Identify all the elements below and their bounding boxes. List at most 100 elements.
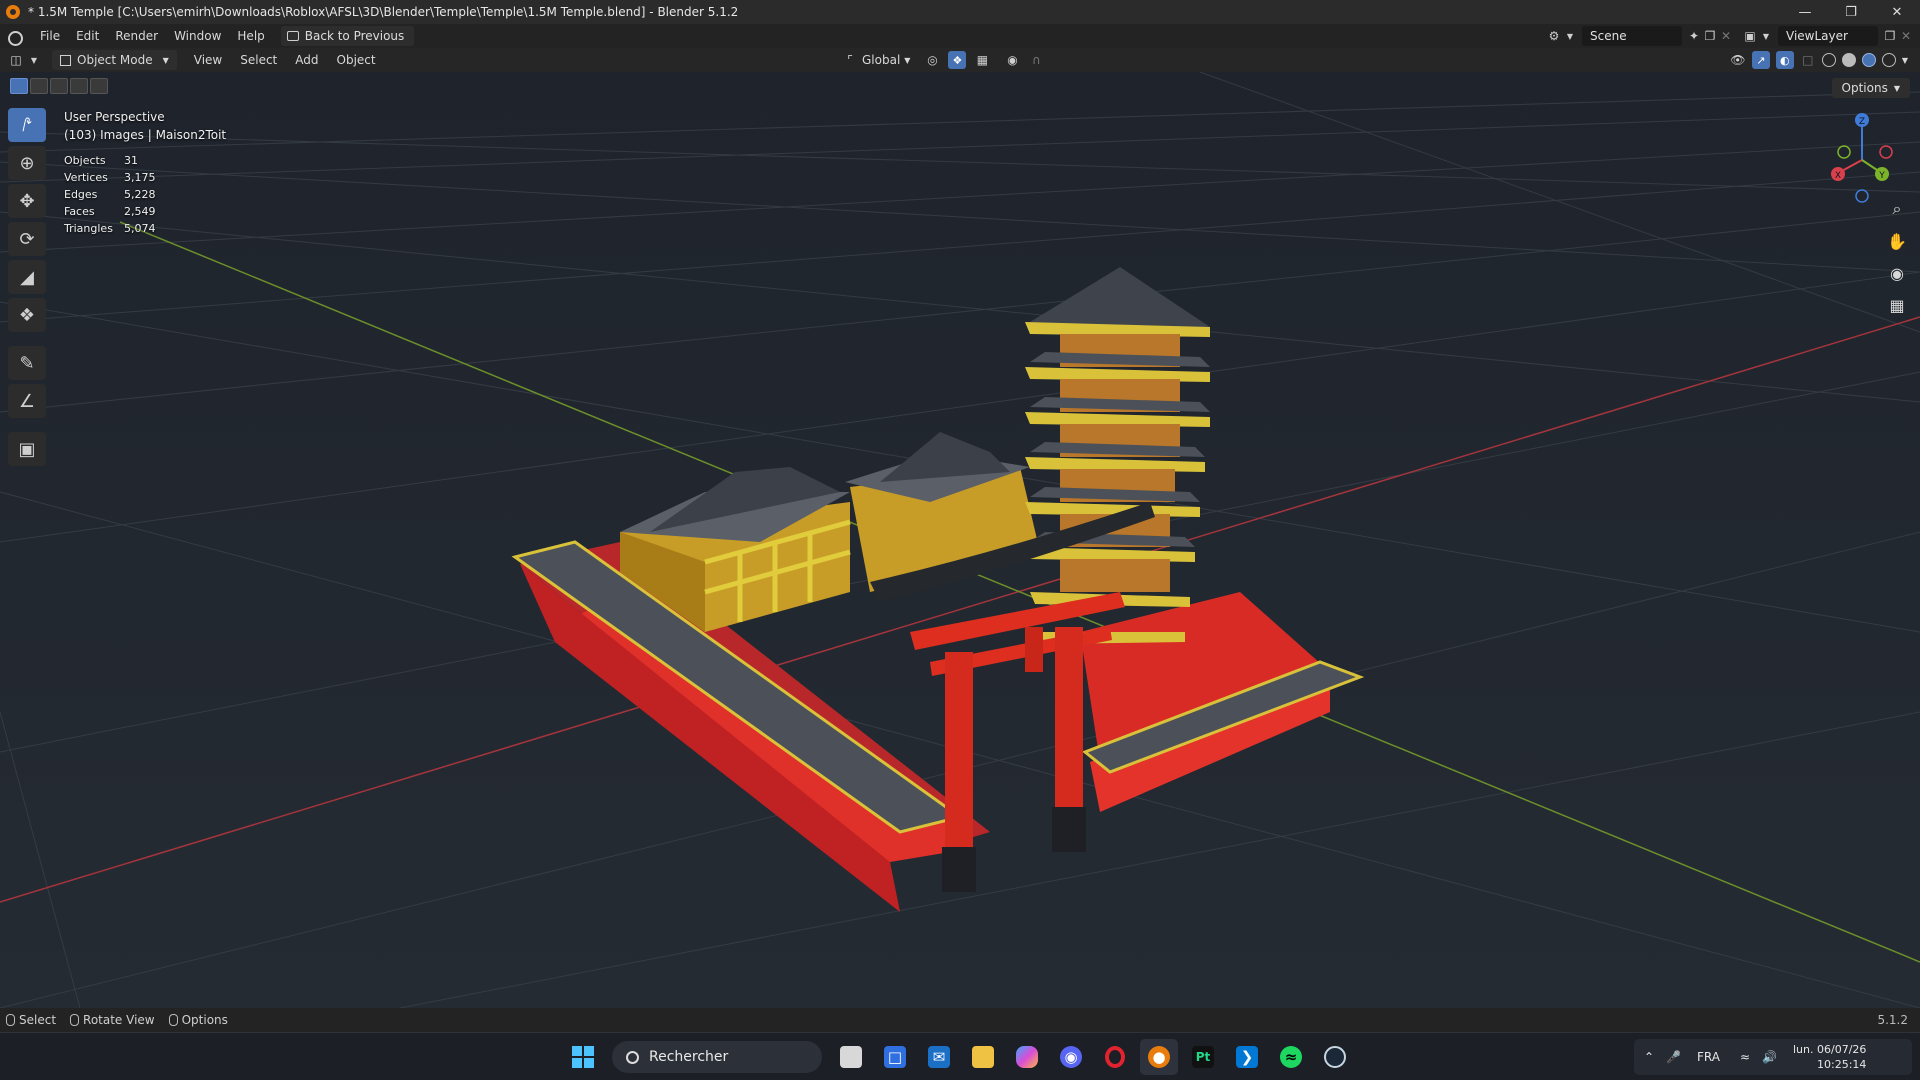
falloff-curve-icon[interactable]: ∩ <box>1028 52 1044 68</box>
blender-taskbar-icon[interactable]: ● <box>1140 1039 1178 1075</box>
options-button[interactable]: Options ▼ <box>1831 78 1910 98</box>
clock[interactable]: lun. 06/07/26 10:25:14 <box>1793 1042 1866 1072</box>
copilot-icon[interactable] <box>1008 1039 1046 1075</box>
zoom-icon[interactable]: ⌕ <box>1886 198 1908 220</box>
discord-icon[interactable]: ◉ <box>1052 1039 1090 1075</box>
menu-select[interactable]: Select <box>231 48 286 72</box>
back-to-previous-button[interactable]: Back to Previous <box>280 26 415 46</box>
select-subtract-icon[interactable] <box>50 78 68 94</box>
steam-icon[interactable] <box>1316 1039 1354 1075</box>
volume-icon[interactable]: 🔊 <box>1762 1050 1777 1064</box>
selection-mode-buttons <box>10 78 108 94</box>
svg-text:Z: Z <box>1859 117 1865 127</box>
view-layer-icon[interactable]: ▣ <box>1742 28 1758 44</box>
select-box-tool-icon[interactable]: ⭚ <box>8 108 46 142</box>
snap-target-icon[interactable]: ▦ <box>974 52 990 68</box>
new-scene-icon[interactable]: ❐ <box>1702 28 1718 44</box>
perspective-label: User Perspective <box>64 110 165 124</box>
select-extend-icon[interactable] <box>30 78 48 94</box>
stat-row: Triangles 5,074 <box>64 222 156 235</box>
material-shading-icon[interactable] <box>1861 53 1876 67</box>
measure-tool-icon[interactable]: ∠ <box>8 384 46 418</box>
search-placeholder: Rechercher <box>649 1049 729 1065</box>
close-icon[interactable]: ✕ <box>1874 0 1920 24</box>
mode-selector[interactable]: Object Mode ▼ <box>52 50 177 70</box>
menu-help[interactable]: Help <box>229 24 272 48</box>
app-store-icon[interactable]: □ <box>876 1039 914 1075</box>
snap-toggle-icon[interactable]: ❖ <box>948 51 967 69</box>
rotate-tool-icon[interactable]: ⟳ <box>8 222 46 256</box>
gizmo-toggle-icon[interactable]: ↗ <box>1751 51 1770 69</box>
pin-icon[interactable]: ✦ <box>1686 28 1702 44</box>
task-view-icon[interactable] <box>832 1039 870 1075</box>
title-bar: * 1.5M Temple [C:\Users\emirh\Downloads\… <box>0 0 1920 24</box>
windows-start-icon[interactable] <box>564 1039 602 1075</box>
visibility-eye-icon[interactable]: 👁 <box>1730 52 1746 68</box>
delete-view-layer-icon[interactable]: ✕ <box>1898 28 1914 44</box>
file-explorer-icon[interactable] <box>964 1039 1002 1075</box>
outlook-icon[interactable]: ✉ <box>920 1039 958 1075</box>
delete-scene-icon[interactable]: ✕ <box>1718 28 1734 44</box>
system-tray: ⌃ 🎤 FRA ≈ 🔊 lun. 06/07/26 10:25:14 <box>1634 1039 1912 1075</box>
view-layer-name: ViewLayer <box>1786 29 1848 43</box>
options-hint: Options <box>168 1013 228 1027</box>
pivot-point-icon[interactable]: ◎ <box>924 52 940 68</box>
menu-view[interactable]: View <box>185 48 231 72</box>
cursor-tool-icon[interactable]: ⊕ <box>8 146 46 180</box>
minimize-icon[interactable]: — <box>1782 0 1828 24</box>
perspective-toggle-icon[interactable]: ▦ <box>1886 294 1908 316</box>
annotate-tool-icon[interactable]: ✎ <box>8 346 46 380</box>
microphone-icon[interactable]: 🎤 <box>1666 1050 1681 1064</box>
camera-view-icon[interactable]: ◉ <box>1886 262 1908 284</box>
chevron-up-icon[interactable]: ⌃ <box>1644 1050 1654 1064</box>
orientation-axes-icon: ⌜ <box>847 53 853 67</box>
select-invert-icon[interactable] <box>70 78 88 94</box>
select-new-icon[interactable] <box>10 78 28 94</box>
window-controls: — ❐ ✕ <box>1782 0 1920 24</box>
pan-hand-icon[interactable]: ✋ <box>1886 230 1908 252</box>
transform-orientation-selector[interactable]: ⌜ Global ▼ <box>836 52 916 68</box>
scene-statistics: Objects 31 Vertices 3,175 Edges 5,228 Faces… <box>64 152 156 237</box>
scene-field[interactable]: Scene <box>1582 26 1682 46</box>
vscode-icon[interactable]: ❯ <box>1228 1039 1266 1075</box>
add-cube-tool-icon[interactable]: ▣ <box>8 432 46 466</box>
wireframe-shading-icon[interactable] <box>1821 53 1836 67</box>
select-intersect-icon[interactable] <box>90 78 108 94</box>
navigation-tools: ⌕ ✋ ◉ ▦ <box>1886 198 1908 316</box>
mode-label: Object Mode <box>77 53 153 67</box>
transform-tool-icon[interactable]: ❖ <box>8 298 46 332</box>
new-view-layer-icon[interactable]: ❐ <box>1882 28 1898 44</box>
xray-toggle-icon[interactable]: □ <box>1800 52 1816 68</box>
language-indicator[interactable]: FRA <box>1697 1050 1720 1064</box>
scene-controls: ⚙ ▼ Scene ✦ ❐ ✕ ▣ ▼ ViewLayer ❐ ✕ <box>1546 24 1920 48</box>
menu-object[interactable]: Object <box>328 48 385 72</box>
menu-render[interactable]: Render <box>107 24 166 48</box>
3d-viewport[interactable]: Options ▼ ⭚ ⊕ ✥ ⟳ ◢ ❖ ✎ ∠ ▣ User Perspec… <box>0 72 1920 1008</box>
scene-name: Scene <box>1590 29 1627 43</box>
menu-window[interactable]: Window <box>166 24 229 48</box>
chevron-down-icon: ▼ <box>162 55 169 65</box>
wifi-icon[interactable]: ≈ <box>1740 1050 1750 1064</box>
spotify-icon[interactable]: ≈ <box>1272 1039 1310 1075</box>
scale-tool-icon[interactable]: ◢ <box>8 260 46 294</box>
solid-shading-icon[interactable] <box>1841 53 1856 67</box>
overlay-toggle-icon[interactable]: ◐ <box>1775 51 1794 69</box>
menu-add[interactable]: Add <box>286 48 327 72</box>
pycharm-icon[interactable]: Pt <box>1184 1039 1222 1075</box>
proportional-edit-icon[interactable]: ◉ <box>1004 52 1020 68</box>
restore-icon[interactable]: ❐ <box>1828 0 1874 24</box>
editor-type-selector[interactable]: ◫ ▼ <box>8 52 42 68</box>
clock-date: lun. 06/07/26 <box>1793 1043 1867 1056</box>
scene-icon[interactable]: ⚙ <box>1546 28 1562 44</box>
rendered-shading-icon[interactable] <box>1881 53 1896 67</box>
opera-icon[interactable] <box>1096 1039 1134 1075</box>
menu-file[interactable]: File <box>32 24 68 48</box>
move-tool-icon[interactable]: ✥ <box>8 184 46 218</box>
window-title: * 1.5M Temple [C:\Users\emirh\Downloads\… <box>28 5 739 19</box>
taskbar-search[interactable]: Rechercher <box>612 1041 822 1073</box>
blender-logo-icon[interactable] <box>6 28 23 46</box>
menu-edit[interactable]: Edit <box>68 24 107 48</box>
search-icon <box>626 1050 639 1064</box>
view-layer-field[interactable]: ViewLayer <box>1778 26 1878 46</box>
chevron-down-icon: ▼ <box>1566 31 1574 41</box>
